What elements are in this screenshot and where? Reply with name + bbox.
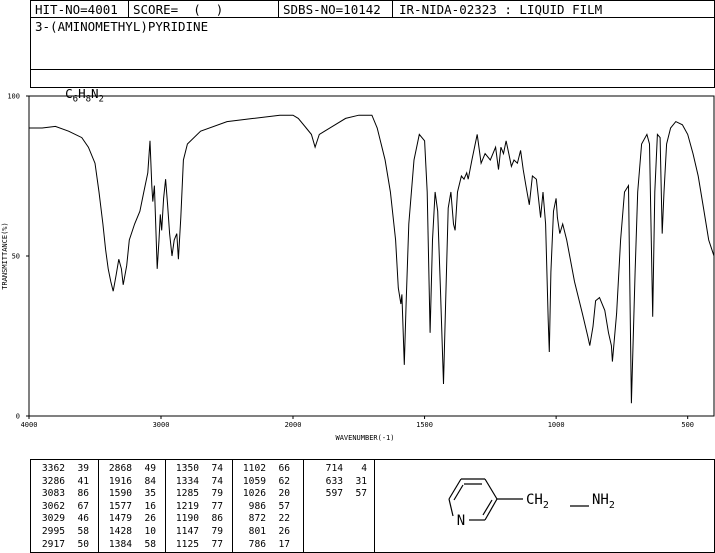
peak-wavenumber: 786 [248, 538, 266, 550]
peak-transmittance: 86 [211, 513, 223, 525]
peak-wavenumber: 3062 [41, 500, 65, 512]
peak-transmittance: 79 [211, 488, 223, 500]
peak-wavenumber: 3286 [41, 475, 65, 487]
peak-transmittance: 67 [77, 500, 89, 512]
peak-wavenumber: 1350 [175, 463, 199, 474]
peak-transmittance: 58 [77, 526, 89, 537]
peak-wavenumber: 1026 [242, 488, 266, 500]
peak-wavenumber: 1147 [175, 526, 199, 537]
peak-transmittance: 57 [278, 500, 290, 512]
methylene-group: CH2 [526, 492, 549, 511]
y-tick-label: 0 [16, 413, 20, 421]
y-tick-label: 50 [12, 253, 20, 261]
peak-transmittance: 57 [355, 488, 367, 500]
peak-transmittance: 62 [278, 475, 290, 487]
y-axis-label: TRANSMITTANCE(%) [1, 222, 9, 289]
ring-nitrogen: N [457, 513, 465, 529]
peak-transmittance: 16 [144, 500, 156, 512]
x-axis-label: WAVENUMBER(-1) [335, 434, 394, 442]
peak-transmittance: 46 [77, 513, 89, 525]
peak-transmittance: 4 [361, 463, 367, 474]
amine-group: NH2 [592, 492, 615, 511]
header-bar: HIT-NO=4001 SCORE= ( ) SDBS-NO=10142 IR-… [30, 0, 715, 18]
peak-wavenumber: 1285 [175, 488, 199, 500]
peak-wavenumber: 2868 [108, 463, 132, 474]
ir-identifier: IR-NIDA-02323 : LIQUID FILM [399, 2, 603, 17]
peak-wavenumber: 597 [325, 488, 343, 500]
peak-transmittance: 10 [144, 526, 156, 537]
peak-wavenumber: 872 [248, 513, 266, 525]
peak-wavenumber: 1479 [108, 513, 132, 525]
x-tick-label: 500 [681, 421, 694, 429]
peak-transmittance: 26 [144, 513, 156, 525]
spectrum-line [29, 114, 715, 404]
peak-transmittance: 35 [144, 488, 156, 500]
peak-wavenumber: 801 [248, 526, 266, 537]
peak-wavenumber: 1125 [175, 538, 199, 550]
structure-box: N CH2 NH2 [374, 459, 715, 553]
peak-transmittance: 39 [77, 463, 89, 474]
peak-transmittance: 74 [211, 475, 223, 487]
peak-wavenumber: 3362 [41, 463, 65, 474]
plot-frame [28, 95, 715, 417]
peak-wavenumber: 1059 [242, 475, 266, 487]
compound-name: 3-(AMINOMETHYL)PYRIDINE [35, 19, 209, 34]
peak-wavenumber: 633 [325, 475, 343, 487]
peak-transmittance: 77 [211, 500, 223, 512]
peak-transmittance: 31 [355, 475, 367, 487]
peak-wavenumber: 1334 [175, 475, 199, 487]
x-tick-label: 1500 [416, 421, 433, 429]
hit-number: HIT-NO=4001 [31, 1, 129, 18]
peak-transmittance: 84 [144, 475, 156, 487]
peak-transmittance: 49 [144, 463, 156, 474]
peak-wavenumber: 3083 [41, 488, 65, 500]
peak-transmittance: 86 [77, 488, 89, 500]
peak-wavenumber: 2995 [41, 526, 65, 537]
peak-wavenumber: 986 [248, 500, 266, 512]
y-tick-label: 100 [7, 93, 20, 101]
peak-transmittance: 22 [278, 513, 290, 525]
compound-name-box: 3-(AMINOMETHYL)PYRIDINE [30, 17, 715, 70]
peak-transmittance: 50 [77, 538, 89, 550]
peak-wavenumber: 1577 [108, 500, 132, 512]
peak-wavenumber: 1190 [175, 513, 199, 525]
peak-transmittance: 79 [211, 526, 223, 537]
peak-transmittance: 77 [211, 538, 223, 550]
peak-transmittance: 66 [278, 463, 290, 474]
peak-wavenumber: 1384 [108, 538, 132, 550]
peak-transmittance: 41 [77, 475, 89, 487]
peak-transmittance: 20 [278, 488, 290, 500]
peak-table: 3362 39 3286 41 3083 86 3062 67 3029 46 2995 58 2917… [30, 459, 375, 553]
formula-box: C6H8N2 [30, 69, 715, 105]
x-tick-label: 2000 [285, 421, 302, 429]
peak-transmittance: 26 [278, 526, 290, 537]
peak-transmittance: 58 [144, 538, 156, 550]
structure-diagram: N CH2 NH2 [448, 478, 615, 529]
peak-wavenumber: 1428 [108, 526, 132, 537]
peak-wavenumber: 2917 [41, 538, 65, 550]
peak-wavenumber: 3029 [41, 513, 65, 525]
ir-spectrum-chart: 100500 4000 3000 2000 1500 1000 500 WAVENUMBE… [1, 93, 715, 442]
peak-wavenumber: 714 [325, 463, 343, 474]
sdbs-number: SDBS-NO=10142 [279, 1, 393, 18]
peak-wavenumber: 1102 [242, 463, 266, 474]
peak-wavenumber: 1916 [108, 475, 132, 487]
peak-wavenumber: 1219 [175, 500, 199, 512]
peak-transmittance: 17 [278, 538, 290, 550]
x-tick-label: 4000 [21, 421, 38, 429]
x-tick-label: 1000 [548, 421, 565, 429]
score-field: SCORE= ( ) [129, 1, 279, 18]
x-tick-label: 3000 [153, 421, 170, 429]
peak-transmittance: 74 [211, 463, 223, 474]
peak-wavenumber: 1590 [108, 488, 132, 500]
